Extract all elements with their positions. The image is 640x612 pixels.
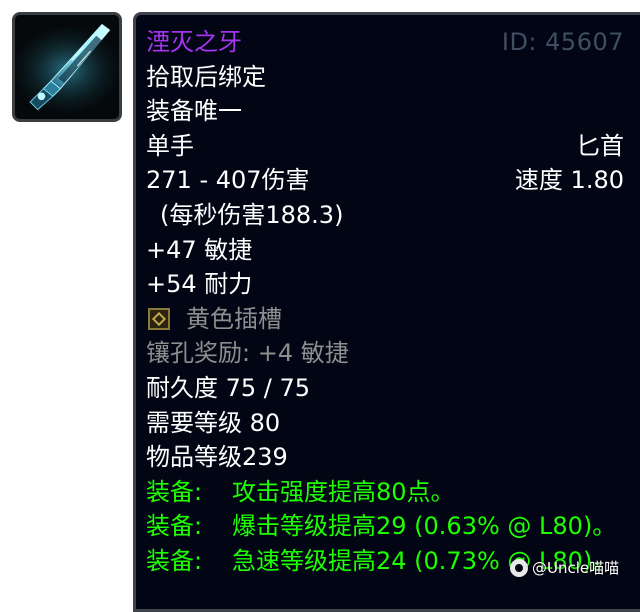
yellow-socket-icon	[148, 308, 170, 331]
item-tooltip: 湮灭之牙 ID: 45607 拾取后绑定 装备唯一 单手 匕首 271 - 40…	[133, 12, 640, 612]
stat-stamina: +54 耐力	[146, 270, 253, 299]
socket-line: 黄色插槽	[146, 302, 282, 337]
equip-text: 爆击等级提高29 (0.63% @ L80)。	[232, 512, 617, 541]
durability-text: 耐久度 75 / 75	[146, 373, 311, 402]
watermark: @Uncle喵喵	[510, 557, 619, 578]
equip-effect: 装备: 爆击等级提高29 (0.63% @ L80)。	[146, 509, 616, 544]
weapon-type-text: 匕首	[576, 131, 624, 160]
dps-text: (每秒伤害188.3)	[160, 200, 344, 229]
stat-agility: +47 敏捷	[146, 235, 253, 264]
damage-text: 271 - 407伤害	[146, 166, 310, 195]
watermark-logo-icon	[510, 558, 528, 577]
item-id: ID: 45607	[501, 28, 624, 56]
item-level-text: 物品等级239	[146, 443, 288, 472]
equip-label: 装备:	[146, 477, 203, 506]
equip-label: 装备:	[146, 512, 203, 541]
dagger-icon	[15, 15, 119, 119]
socket-bonus-text: 镶孔奖励: +4 敏捷	[146, 339, 349, 368]
binding-text: 拾取后绑定	[146, 62, 266, 91]
equip-text: 攻击强度提高80点。	[232, 477, 455, 506]
watermark-text: @Uncle喵喵	[532, 559, 620, 577]
item-icon[interactable]	[12, 12, 122, 122]
equip-label: 装备:	[146, 546, 203, 575]
item-name: 湮灭之牙	[146, 28, 242, 56]
speed-text: 速度 1.80	[514, 166, 624, 195]
socket-label: 黄色插槽	[186, 304, 282, 333]
unique-text: 装备唯一	[146, 97, 242, 126]
required-level-text: 需要等级 80	[146, 408, 281, 437]
slot-text: 单手	[146, 131, 194, 160]
equip-effect: 装备: 攻击强度提高80点。	[146, 475, 455, 510]
